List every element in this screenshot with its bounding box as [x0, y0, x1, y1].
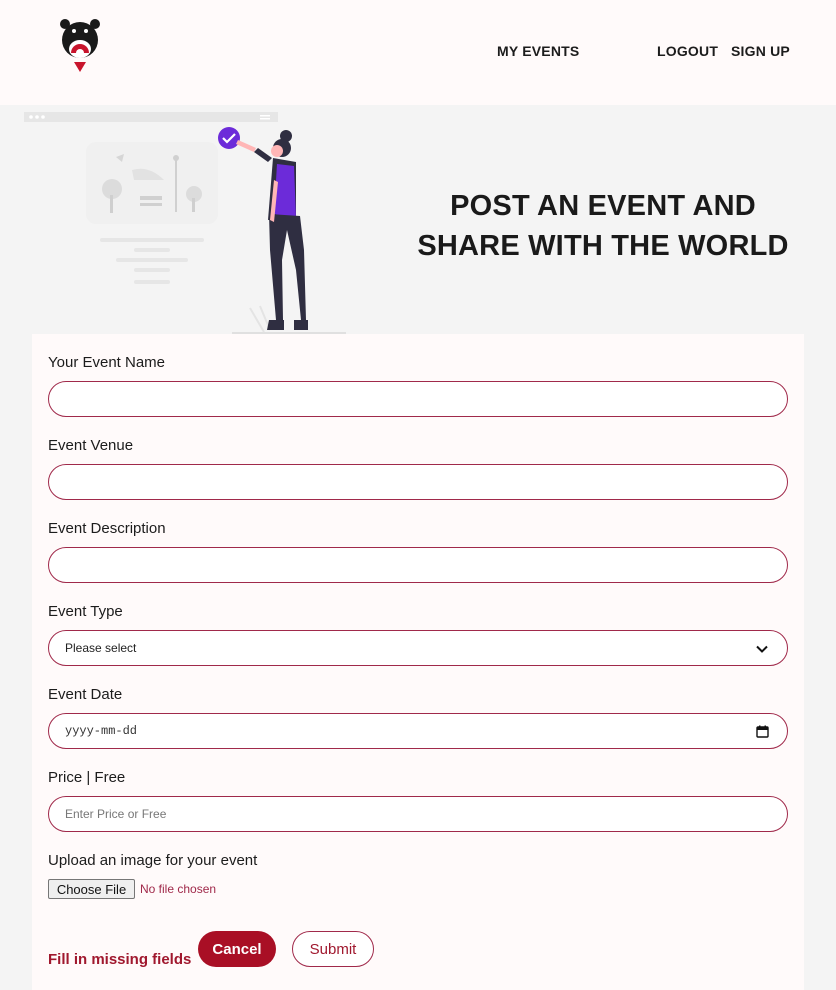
nav-my-events[interactable]: MY EVENTS — [497, 43, 579, 59]
event-name-label: Your Event Name — [48, 354, 166, 371]
hero-title-line-2: SHARE WITH THE WORLD — [417, 230, 789, 262]
nav-sign-up[interactable]: SIGN UP — [731, 43, 790, 59]
event-description-label: Event Description — [48, 520, 166, 537]
event-venue-input[interactable] — [48, 464, 788, 500]
hero-illustration — [24, 112, 346, 334]
event-date-placeholder: yyyy-mm-dd — [65, 724, 138, 738]
event-date-input[interactable]: yyyy-mm-dd — [48, 713, 788, 749]
cancel-button[interactable]: Cancel — [198, 931, 276, 967]
nav-logout[interactable]: LOGOUT — [657, 43, 718, 59]
price-input[interactable]: Enter Price or Free — [48, 796, 788, 832]
calendar-icon[interactable] — [756, 725, 769, 738]
choose-file-button[interactable]: Choose File — [48, 879, 135, 899]
top-header: MY EVENTS LOGOUT SIGN UP — [0, 0, 836, 105]
event-type-selected: Please select — [65, 641, 137, 655]
bear-logo-icon[interactable] — [58, 18, 102, 74]
price-label: Price | Free — [48, 769, 126, 786]
hero-title-line-1: POST AN EVENT AND — [450, 190, 756, 222]
event-name-input[interactable] — [48, 381, 788, 417]
missing-fields-error: Fill in missing fields — [48, 951, 192, 968]
no-file-status: No file chosen — [140, 882, 217, 896]
hero-title: POST AN EVENT AND SHARE WITH THE WORLD — [410, 186, 796, 266]
chevron-down-icon — [756, 645, 768, 653]
event-type-label: Event Type — [48, 603, 123, 620]
event-venue-label: Event Venue — [48, 437, 134, 454]
submit-button[interactable]: Submit — [292, 931, 374, 967]
event-type-select[interactable]: Please select — [48, 630, 788, 666]
price-placeholder: Enter Price or Free — [65, 807, 167, 821]
upload-image-label: Upload an image for your event — [48, 852, 258, 869]
event-date-label: Event Date — [48, 686, 123, 703]
event-description-input[interactable] — [48, 547, 788, 583]
